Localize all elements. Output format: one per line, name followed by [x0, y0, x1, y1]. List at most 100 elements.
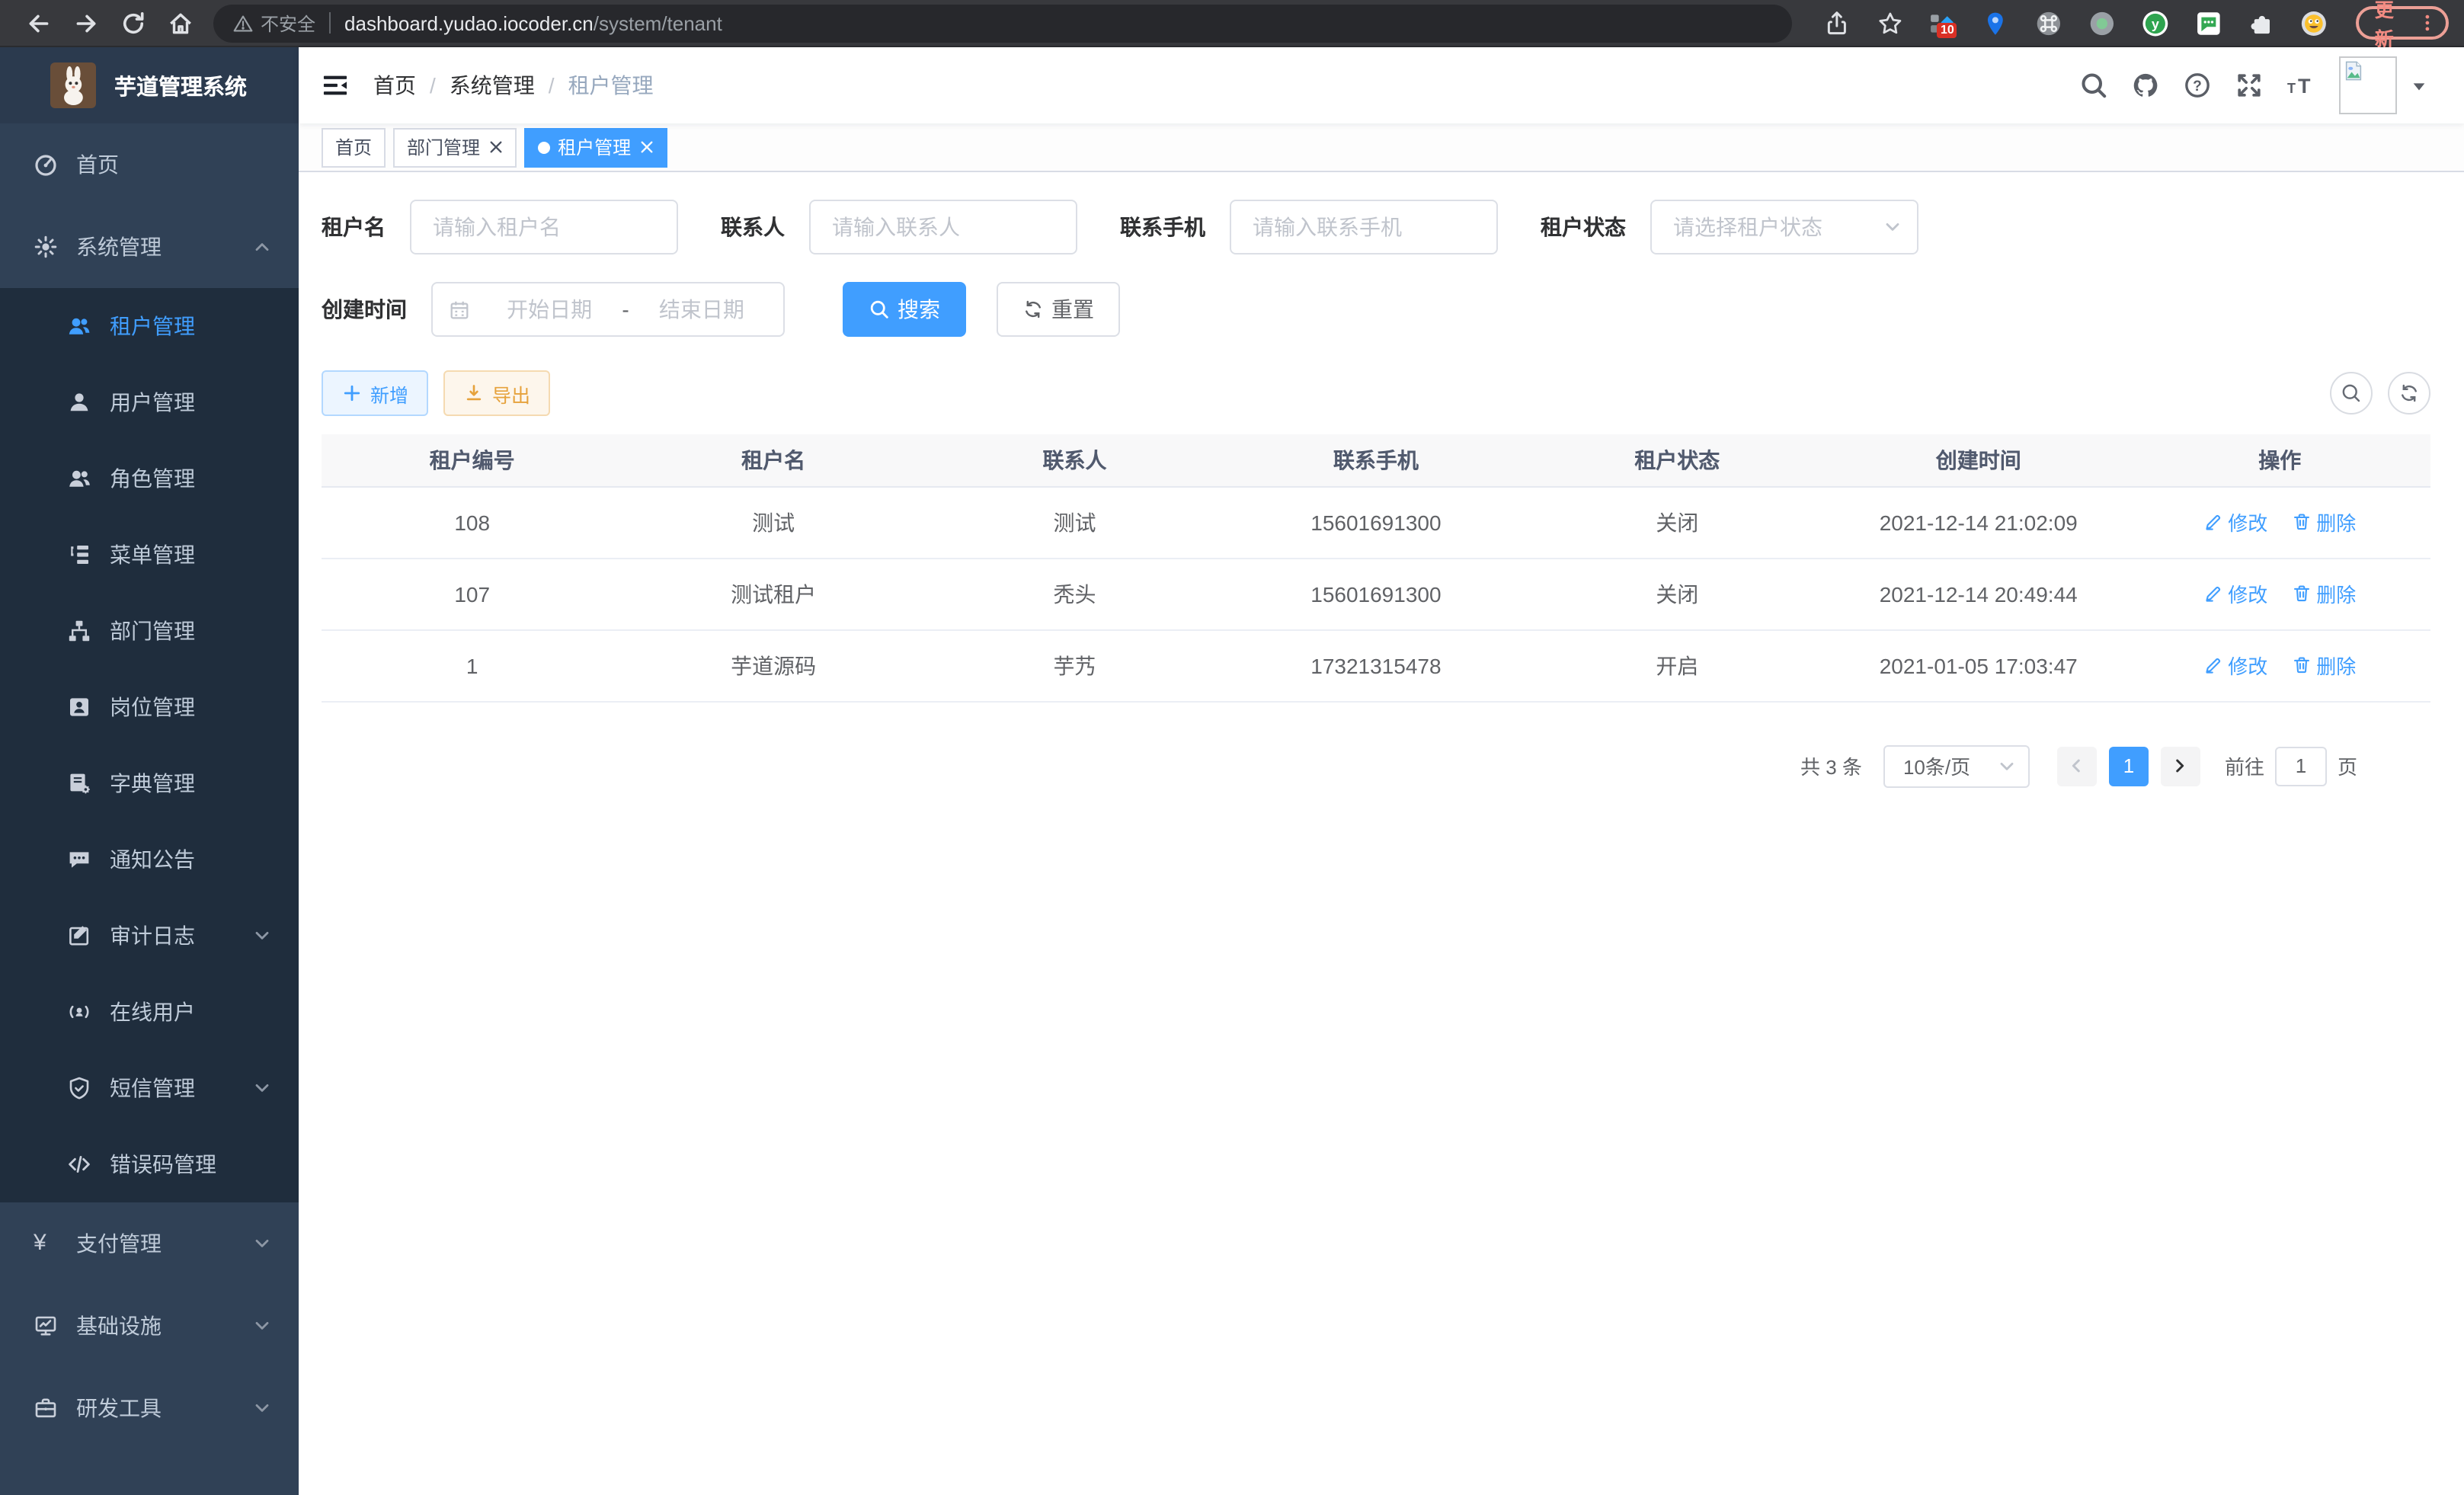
- export-button[interactable]: 导出: [443, 370, 550, 416]
- edit-link[interactable]: 修改: [2203, 651, 2267, 680]
- extension-record-icon[interactable]: [2089, 10, 2115, 36]
- svg-text:y: y: [2152, 16, 2159, 31]
- sidebar-item-audit-log[interactable]: 审计日志: [0, 898, 299, 974]
- delete-link[interactable]: 删除: [2292, 579, 2356, 608]
- cell-contact: 秃头: [924, 558, 1225, 629]
- browser-menu-icon[interactable]: [2418, 14, 2437, 32]
- dict-icon: [67, 771, 91, 796]
- avatar-caret-icon[interactable]: [2411, 77, 2427, 94]
- sidebar-item-label: 首页: [76, 149, 119, 180]
- bookmark-star-icon[interactable]: [1877, 10, 1902, 36]
- breadcrumb-item[interactable]: 首页: [373, 70, 416, 101]
- breadcrumb-item: 租户管理: [568, 70, 654, 101]
- cell-phone: 15601691300: [1225, 558, 1526, 629]
- page-number-1[interactable]: 1: [2109, 746, 2149, 786]
- sidebar-item-dept[interactable]: 部门管理: [0, 593, 299, 669]
- contact-label: 联系人: [721, 212, 785, 242]
- sidebar-item-tenant[interactable]: 租户管理: [0, 288, 299, 364]
- close-icon[interactable]: [489, 140, 503, 154]
- extension-emoji-icon[interactable]: [2302, 10, 2328, 36]
- sidebar-item-pay[interactable]: ¥支付管理: [0, 1202, 299, 1285]
- sidebar-item-notice[interactable]: 通知公告: [0, 821, 299, 898]
- tenant-name-input[interactable]: [410, 200, 678, 255]
- sidebar-item-system[interactable]: 系统管理: [0, 206, 299, 288]
- delete-link[interactable]: 删除: [2292, 651, 2356, 680]
- url-host: dashboard.yudao.iocoder.cn: [344, 11, 594, 34]
- column-header-4: 租户状态: [1527, 434, 1828, 486]
- refresh-button[interactable]: [2388, 372, 2430, 415]
- back-icon[interactable]: [26, 10, 52, 36]
- sidebar-item-home[interactable]: 首页: [0, 123, 299, 206]
- cell-created: 2021-01-05 17:03:47: [1828, 629, 2129, 701]
- sidebar-item-label: 角色管理: [110, 463, 195, 494]
- sidebar-menu: 首页系统管理租户管理用户管理角色管理菜单管理部门管理岗位管理字典管理通知公告审计…: [0, 123, 299, 1449]
- browser-actions-tray: 10 y 更新: [1810, 6, 2450, 40]
- sidebar-item-sms[interactable]: 短信管理: [0, 1050, 299, 1126]
- sidebar-item-error-code[interactable]: 错误码管理: [0, 1126, 299, 1202]
- hamburger-icon[interactable]: [322, 72, 349, 99]
- cell-contact: 测试: [924, 486, 1225, 558]
- code-icon: [67, 1152, 91, 1176]
- add-button[interactable]: 新增: [322, 370, 428, 416]
- reset-button[interactable]: 重置: [997, 282, 1120, 337]
- sidebar-item-label: 部门管理: [110, 616, 195, 646]
- reload-icon[interactable]: [120, 10, 146, 36]
- sidebar-item-devtools[interactable]: 研发工具: [0, 1367, 299, 1449]
- extension-command-icon[interactable]: [2036, 10, 2062, 36]
- delete-link[interactable]: 删除: [2292, 507, 2356, 536]
- delete-label: 删除: [2316, 579, 2356, 608]
- security-label[interactable]: 不安全: [261, 10, 315, 36]
- extension-pin-icon[interactable]: [1983, 10, 2009, 36]
- sidebar-item-user[interactable]: 用户管理: [0, 364, 299, 440]
- forward-icon[interactable]: [73, 10, 99, 36]
- page-size-select[interactable]: 10条/页: [1883, 744, 2030, 787]
- trash-icon: [2292, 584, 2312, 603]
- tab-home[interactable]: 首页: [322, 127, 386, 167]
- sidebar-item-infra[interactable]: 基础设施: [0, 1285, 299, 1367]
- toggle-search-button[interactable]: [2330, 372, 2373, 415]
- tab-dept[interactable]: 部门管理: [393, 127, 517, 167]
- update-button[interactable]: 更新: [2357, 6, 2449, 40]
- tenant-status-select[interactable]: 请选择租户状态: [1650, 200, 1918, 255]
- sidebar-item-menu[interactable]: 菜单管理: [0, 517, 299, 593]
- extension-puzzle-icon[interactable]: [2248, 10, 2274, 36]
- edit-link[interactable]: 修改: [2203, 507, 2267, 536]
- tags-view: 首页部门管理租户管理: [299, 123, 2464, 172]
- app-logo[interactable]: 芋道管理系统: [0, 47, 299, 123]
- search-icon[interactable]: [2080, 72, 2107, 99]
- cell-name: 芋道源码: [622, 629, 923, 701]
- edit-link[interactable]: 修改: [2203, 579, 2267, 608]
- close-icon[interactable]: [640, 140, 654, 154]
- next-page-button[interactable]: [2161, 746, 2200, 786]
- sidebar-item-online-user[interactable]: 在线用户: [0, 974, 299, 1050]
- page-size-value: 10条/页: [1903, 751, 1970, 780]
- github-icon[interactable]: [2132, 72, 2159, 99]
- sidebar-item-post[interactable]: 岗位管理: [0, 669, 299, 745]
- extension-tabs-icon[interactable]: 10: [1930, 10, 1956, 36]
- extension-y-icon[interactable]: y: [2142, 10, 2168, 36]
- phone-input[interactable]: [1230, 200, 1498, 255]
- url-bar[interactable]: 不安全 dashboard.yudao.iocoder.cn/system/te…: [213, 4, 1792, 42]
- search-button[interactable]: 搜索: [843, 282, 966, 337]
- extension-chat-icon[interactable]: [2196, 10, 2222, 36]
- contact-input[interactable]: [809, 200, 1077, 255]
- sidebar-item-dict[interactable]: 字典管理: [0, 745, 299, 821]
- help-icon[interactable]: ?: [2184, 72, 2211, 99]
- tab-tenant[interactable]: 租户管理: [524, 127, 667, 167]
- warning-icon: [233, 13, 253, 33]
- cell-status: 关闭: [1527, 558, 1828, 629]
- status-label: 租户状态: [1541, 212, 1626, 242]
- share-icon[interactable]: [1824, 10, 1850, 36]
- gauge-icon: [34, 152, 58, 177]
- avatar[interactable]: [2339, 56, 2397, 114]
- prev-page-button[interactable]: [2057, 746, 2097, 786]
- submenu-system: 租户管理用户管理角色管理菜单管理部门管理岗位管理字典管理通知公告审计日志在线用户…: [0, 288, 299, 1202]
- browser-toolbar: 不安全 dashboard.yudao.iocoder.cn/system/te…: [0, 0, 2464, 47]
- goto-page-input[interactable]: [2275, 746, 2327, 786]
- breadcrumb-item[interactable]: 系统管理: [450, 70, 535, 101]
- home-icon[interactable]: [168, 10, 194, 36]
- font-size-icon[interactable]: TT: [2287, 72, 2315, 99]
- fullscreen-icon[interactable]: [2235, 72, 2263, 99]
- create-time-range-picker[interactable]: 开始日期 - 结束日期: [431, 282, 785, 337]
- sidebar-item-role[interactable]: 角色管理: [0, 440, 299, 517]
